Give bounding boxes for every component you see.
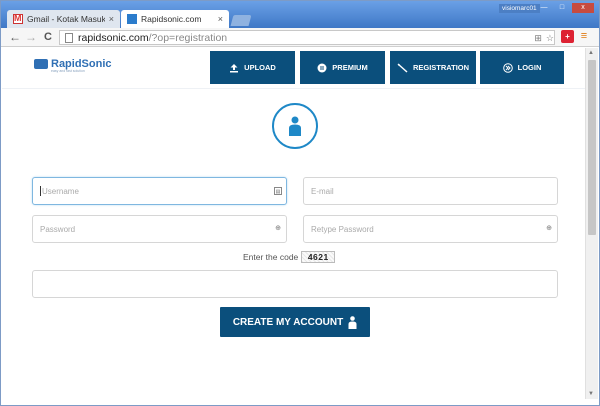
login-icon: [502, 62, 513, 73]
nav-upload-button[interactable]: UPLOAD: [210, 51, 295, 84]
retype-placeholder: Retype Password: [311, 224, 374, 234]
user-icon: [289, 116, 301, 136]
forward-icon[interactable]: →: [24, 29, 38, 45]
captcha-label: Enter the code: [243, 252, 299, 262]
maximize-button[interactable]: □: [554, 3, 570, 13]
menu-icon[interactable]: ≡: [579, 30, 589, 42]
scroll-up-icon[interactable]: ▲: [588, 50, 594, 56]
tab-strip: Gmail - Kotak Masuk × Rapidsonic.com × v…: [1, 1, 599, 28]
browser-window: Gmail - Kotak Masuk × Rapidsonic.com × v…: [0, 0, 600, 406]
page-viewport: RapidSonic easy and fast solution UPLOAD…: [2, 48, 585, 399]
text-cursor: [40, 186, 41, 196]
logo-tagline: easy and fast solution: [51, 69, 85, 73]
close-window-button[interactable]: x: [572, 3, 594, 13]
nav-label: PREMIUM: [332, 63, 368, 72]
tab-rapidsonic[interactable]: Rapidsonic.com ×: [121, 10, 229, 28]
create-account-button[interactable]: CREATE MY ACCOUNT: [220, 307, 370, 337]
captcha-input[interactable]: [32, 270, 558, 298]
id-card-icon: ▤: [274, 187, 282, 195]
nav-login-button[interactable]: LOGIN: [480, 51, 564, 84]
omnibox-icons: ⊞ ☆: [530, 31, 554, 46]
captcha-image: 4621: [301, 251, 336, 263]
back-icon[interactable]: ←: [8, 29, 22, 45]
scroll-down-icon[interactable]: ▼: [588, 391, 594, 397]
address-bar[interactable]: rapidsonic.com /?op=registration ⊞ ☆: [59, 30, 555, 45]
email-placeholder: E-mail: [311, 186, 334, 196]
close-icon[interactable]: ×: [109, 14, 114, 24]
email-field[interactable]: E-mail: [303, 177, 558, 205]
browser-toolbar: ← → C rapidsonic.com /?op=registration ⊞…: [1, 28, 599, 47]
tab-gmail[interactable]: Gmail - Kotak Masuk ×: [7, 10, 120, 28]
retype-password-field[interactable]: Retype Password ⊕: [303, 215, 558, 243]
page-icon: [65, 32, 73, 43]
nav-label: LOGIN: [517, 63, 542, 72]
wand-icon: [397, 62, 408, 73]
premium-icon: [317, 63, 327, 72]
nav-label: REGISTRATION: [412, 63, 470, 72]
tab-title: Gmail - Kotak Masuk: [27, 14, 105, 24]
username-placeholder: Username: [42, 186, 79, 196]
site-header: RapidSonic easy and fast solution UPLOAD…: [2, 48, 585, 89]
tab-title: Rapidsonic.com: [141, 14, 202, 24]
star-icon[interactable]: ☆: [546, 33, 554, 44]
new-tab-button[interactable]: [230, 15, 252, 26]
scroll-thumb[interactable]: [588, 60, 596, 235]
lock-icon: ⊕: [275, 225, 281, 232]
upload-icon: [230, 63, 239, 72]
logo-mark-icon: [34, 59, 48, 69]
window-controls: — □ x: [534, 3, 594, 13]
create-account-label: CREATE MY ACCOUNT: [232, 316, 344, 328]
username-field[interactable]: Username ▤: [32, 177, 287, 205]
user-icon: [348, 315, 357, 329]
minimize-button[interactable]: —: [536, 3, 552, 13]
nav-registration-button[interactable]: REGISTRATION: [390, 51, 476, 84]
translate-icon[interactable]: ⊞: [534, 33, 542, 44]
close-icon[interactable]: ×: [218, 14, 223, 24]
captcha-row: Enter the code 4621: [243, 251, 336, 263]
password-placeholder: Password: [40, 224, 76, 234]
nav-label: UPLOAD: [244, 63, 276, 72]
user-avatar: [272, 103, 318, 149]
url-host: rapidsonic.com: [78, 31, 149, 44]
nav-premium-button[interactable]: PREMIUM: [300, 51, 385, 84]
gmail-icon: [13, 13, 23, 24]
url-path: /?op=registration: [148, 31, 228, 44]
extension-icon[interactable]: +: [561, 30, 574, 43]
reload-icon[interactable]: C: [41, 29, 55, 45]
password-field[interactable]: Password ⊕: [32, 215, 287, 243]
rapidsonic-favicon-icon: [127, 14, 137, 24]
lock-icon: ⊕: [546, 225, 552, 232]
page-scrollbar[interactable]: ▲ ▼: [585, 48, 598, 399]
